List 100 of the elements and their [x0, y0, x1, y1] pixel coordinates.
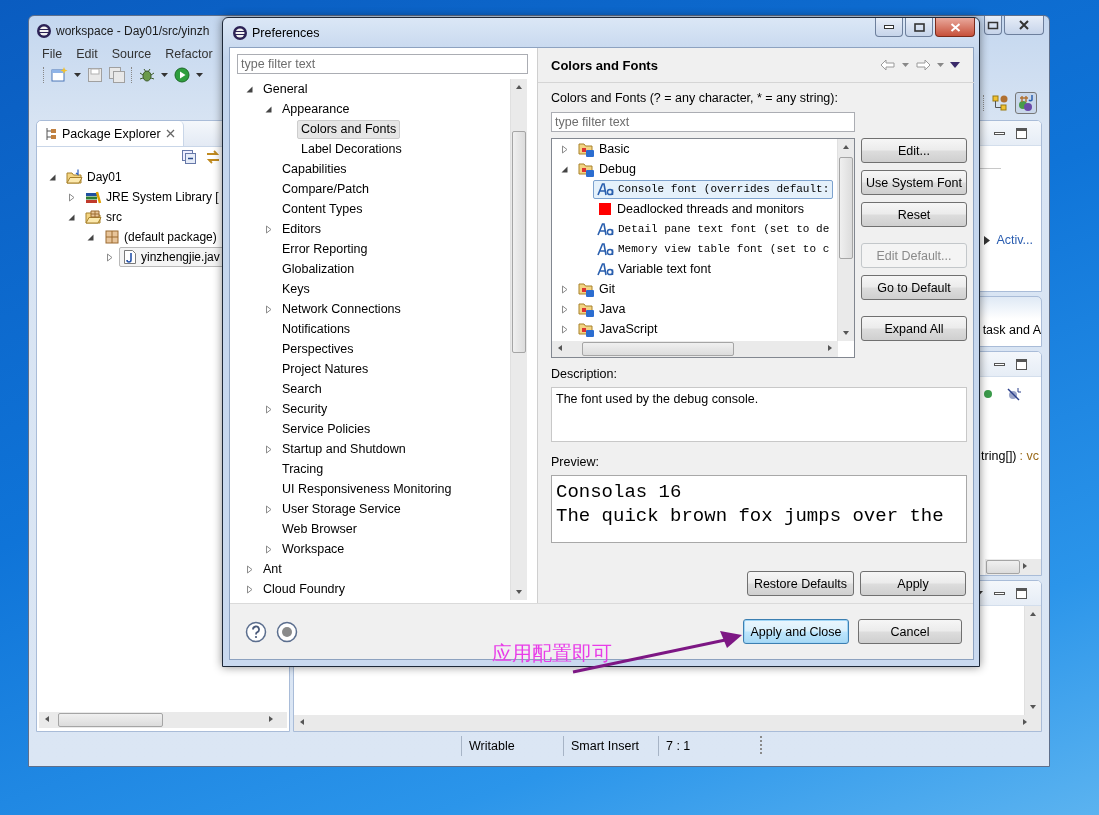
button[interactable]: Use System Font	[861, 170, 967, 195]
tree-item[interactable]: Globalization	[278, 259, 359, 279]
tree-item[interactable]: Compare/Patch	[278, 179, 373, 199]
perspective-button[interactable]	[1015, 92, 1037, 114]
tree-item[interactable]: Java	[574, 299, 630, 319]
button[interactable]: Expand All	[861, 316, 967, 341]
tree-item[interactable]: Capabilities	[278, 159, 351, 179]
filter-field[interactable]: type filter text	[551, 112, 855, 132]
horizontal-scrollbar[interactable]	[552, 341, 838, 357]
tree-item[interactable]: Ant	[259, 559, 286, 579]
tree-item[interactable]: Project Natures	[278, 359, 373, 379]
view-tab[interactable]: Package Explorer	[37, 121, 184, 146]
new-window-icon[interactable]	[51, 67, 68, 83]
collapsed-triangle-icon[interactable]	[560, 284, 569, 294]
expanded-triangle-icon[interactable]	[560, 164, 569, 174]
expanded-triangle-icon[interactable]	[67, 212, 76, 222]
tree-item[interactable]: Notifications	[278, 319, 355, 339]
tree-item[interactable]: (default package)	[100, 227, 221, 247]
dropdown-icon[interactable]	[74, 73, 81, 77]
tree-item[interactable]: Perspectives	[278, 339, 358, 359]
horizontal-scrollbar[interactable]	[985, 559, 1041, 575]
run-icon[interactable]	[174, 67, 190, 83]
tree-item[interactable]: src	[81, 207, 126, 227]
collapsed-triangle-icon[interactable]	[264, 504, 273, 514]
button[interactable]: Apply and Close	[743, 619, 849, 644]
menu-item[interactable]: File	[42, 46, 63, 61]
expanded-triangle-icon[interactable]	[264, 104, 273, 114]
dropdown-icon[interactable]	[196, 73, 203, 77]
collapsed-triangle-icon[interactable]	[264, 224, 273, 234]
tree-item[interactable]: Detail pane text font (set to de	[593, 219, 834, 239]
collapsed-triangle-icon[interactable]	[105, 252, 114, 262]
button[interactable]: Go to Default	[861, 275, 967, 300]
close-icon[interactable]	[165, 129, 175, 138]
collapsed-triangle-icon[interactable]	[560, 144, 569, 154]
hierarchy-icon[interactable]	[991, 94, 1009, 112]
tree-item[interactable]: Basic	[574, 139, 634, 159]
tree-item[interactable]: Memory view table font (set to c	[593, 239, 834, 259]
back-arrow-icon[interactable]	[880, 59, 896, 71]
button[interactable]: Apply	[860, 571, 966, 596]
tree-item[interactable]: Console font (overrides default:	[593, 179, 834, 199]
save-all-icon[interactable]	[109, 67, 125, 83]
tree-item[interactable]: Tracing	[278, 459, 328, 479]
tree-item[interactable]: JRE System Library [	[81, 187, 223, 207]
save-icon[interactable]	[87, 67, 103, 83]
tree-item[interactable]: Colors and Fonts	[297, 119, 401, 139]
link[interactable]: Activ...	[996, 233, 1033, 247]
button[interactable]: Cancel	[858, 619, 962, 644]
collapsed-triangle-icon[interactable]	[245, 584, 254, 594]
vertical-scrollbar[interactable]	[510, 79, 527, 600]
restore-button[interactable]	[984, 16, 1002, 35]
menu-item[interactable]: Edit	[76, 46, 98, 61]
record-icon[interactable]	[276, 620, 298, 643]
dropdown-icon[interactable]	[161, 73, 168, 77]
button[interactable]: Edit...	[861, 138, 967, 163]
tree-item[interactable]: JavaScript	[574, 319, 662, 339]
vertical-scrollbar[interactable]	[1024, 606, 1041, 715]
tree-item[interactable]: Keys	[278, 279, 314, 299]
tree-item[interactable]: UI Responsiveness Monitoring	[278, 479, 456, 499]
link-arrows-icon[interactable]	[205, 150, 221, 164]
tree-item[interactable]: Network Connections	[278, 299, 405, 319]
tree-item[interactable]: Service Policies	[278, 419, 375, 439]
tree-item[interactable]: General	[259, 79, 312, 99]
tree-item[interactable]: Debug	[574, 159, 640, 179]
tree-item[interactable]: Web Browser	[278, 519, 361, 539]
collapsed-triangle-icon[interactable]	[560, 304, 569, 314]
collapsed-triangle-icon[interactable]	[560, 324, 569, 334]
close-button[interactable]	[935, 18, 975, 37]
forward-arrow-icon[interactable]	[915, 59, 931, 71]
maximize-button[interactable]	[905, 18, 933, 37]
tree-item[interactable]: Editors	[278, 219, 325, 239]
tree-item[interactable]: yinzhengjie.jav	[119, 247, 224, 267]
tree-item[interactable]: User Storage Service	[278, 499, 405, 519]
horizontal-scrollbar[interactable]	[294, 715, 1041, 731]
horizontal-scrollbar[interactable]	[39, 712, 287, 728]
collapse-all-icon[interactable]	[182, 150, 197, 164]
collapsed-triangle-icon[interactable]	[264, 404, 273, 414]
collapsed-triangle-icon[interactable]	[264, 544, 273, 554]
expanded-triangle-icon[interactable]	[48, 172, 57, 182]
collapsed-triangle-icon[interactable]	[245, 564, 254, 574]
collapsed-triangle-icon[interactable]	[264, 444, 273, 454]
tree-item[interactable]: Workspace	[278, 539, 349, 559]
tree-item[interactable]: Startup and Shutdown	[278, 439, 410, 459]
collapsed-triangle-icon[interactable]	[264, 304, 273, 314]
tree-item[interactable]: Content Types	[278, 199, 367, 219]
filter-field[interactable]: type filter text	[237, 54, 528, 74]
tree-item[interactable]: Label Decorations	[297, 139, 406, 159]
expanded-triangle-icon[interactable]	[245, 84, 254, 94]
tree-item[interactable]: Cloud Foundry	[259, 579, 349, 599]
collapsed-triangle-icon[interactable]	[67, 192, 76, 202]
view-menu-icon[interactable]	[950, 62, 960, 68]
tree-item[interactable]: Day01	[62, 167, 126, 187]
button[interactable]: Reset	[861, 202, 967, 227]
expanded-triangle-icon[interactable]	[86, 232, 95, 242]
help-icon[interactable]	[245, 620, 267, 643]
button[interactable]: Restore Defaults	[746, 571, 854, 596]
vertical-scrollbar[interactable]	[837, 139, 854, 341]
tree-item[interactable]: Security	[278, 399, 332, 419]
menu-item[interactable]: Source	[111, 46, 152, 61]
tree-item[interactable]: Appearance	[278, 99, 354, 119]
minimize-button[interactable]	[875, 18, 903, 37]
